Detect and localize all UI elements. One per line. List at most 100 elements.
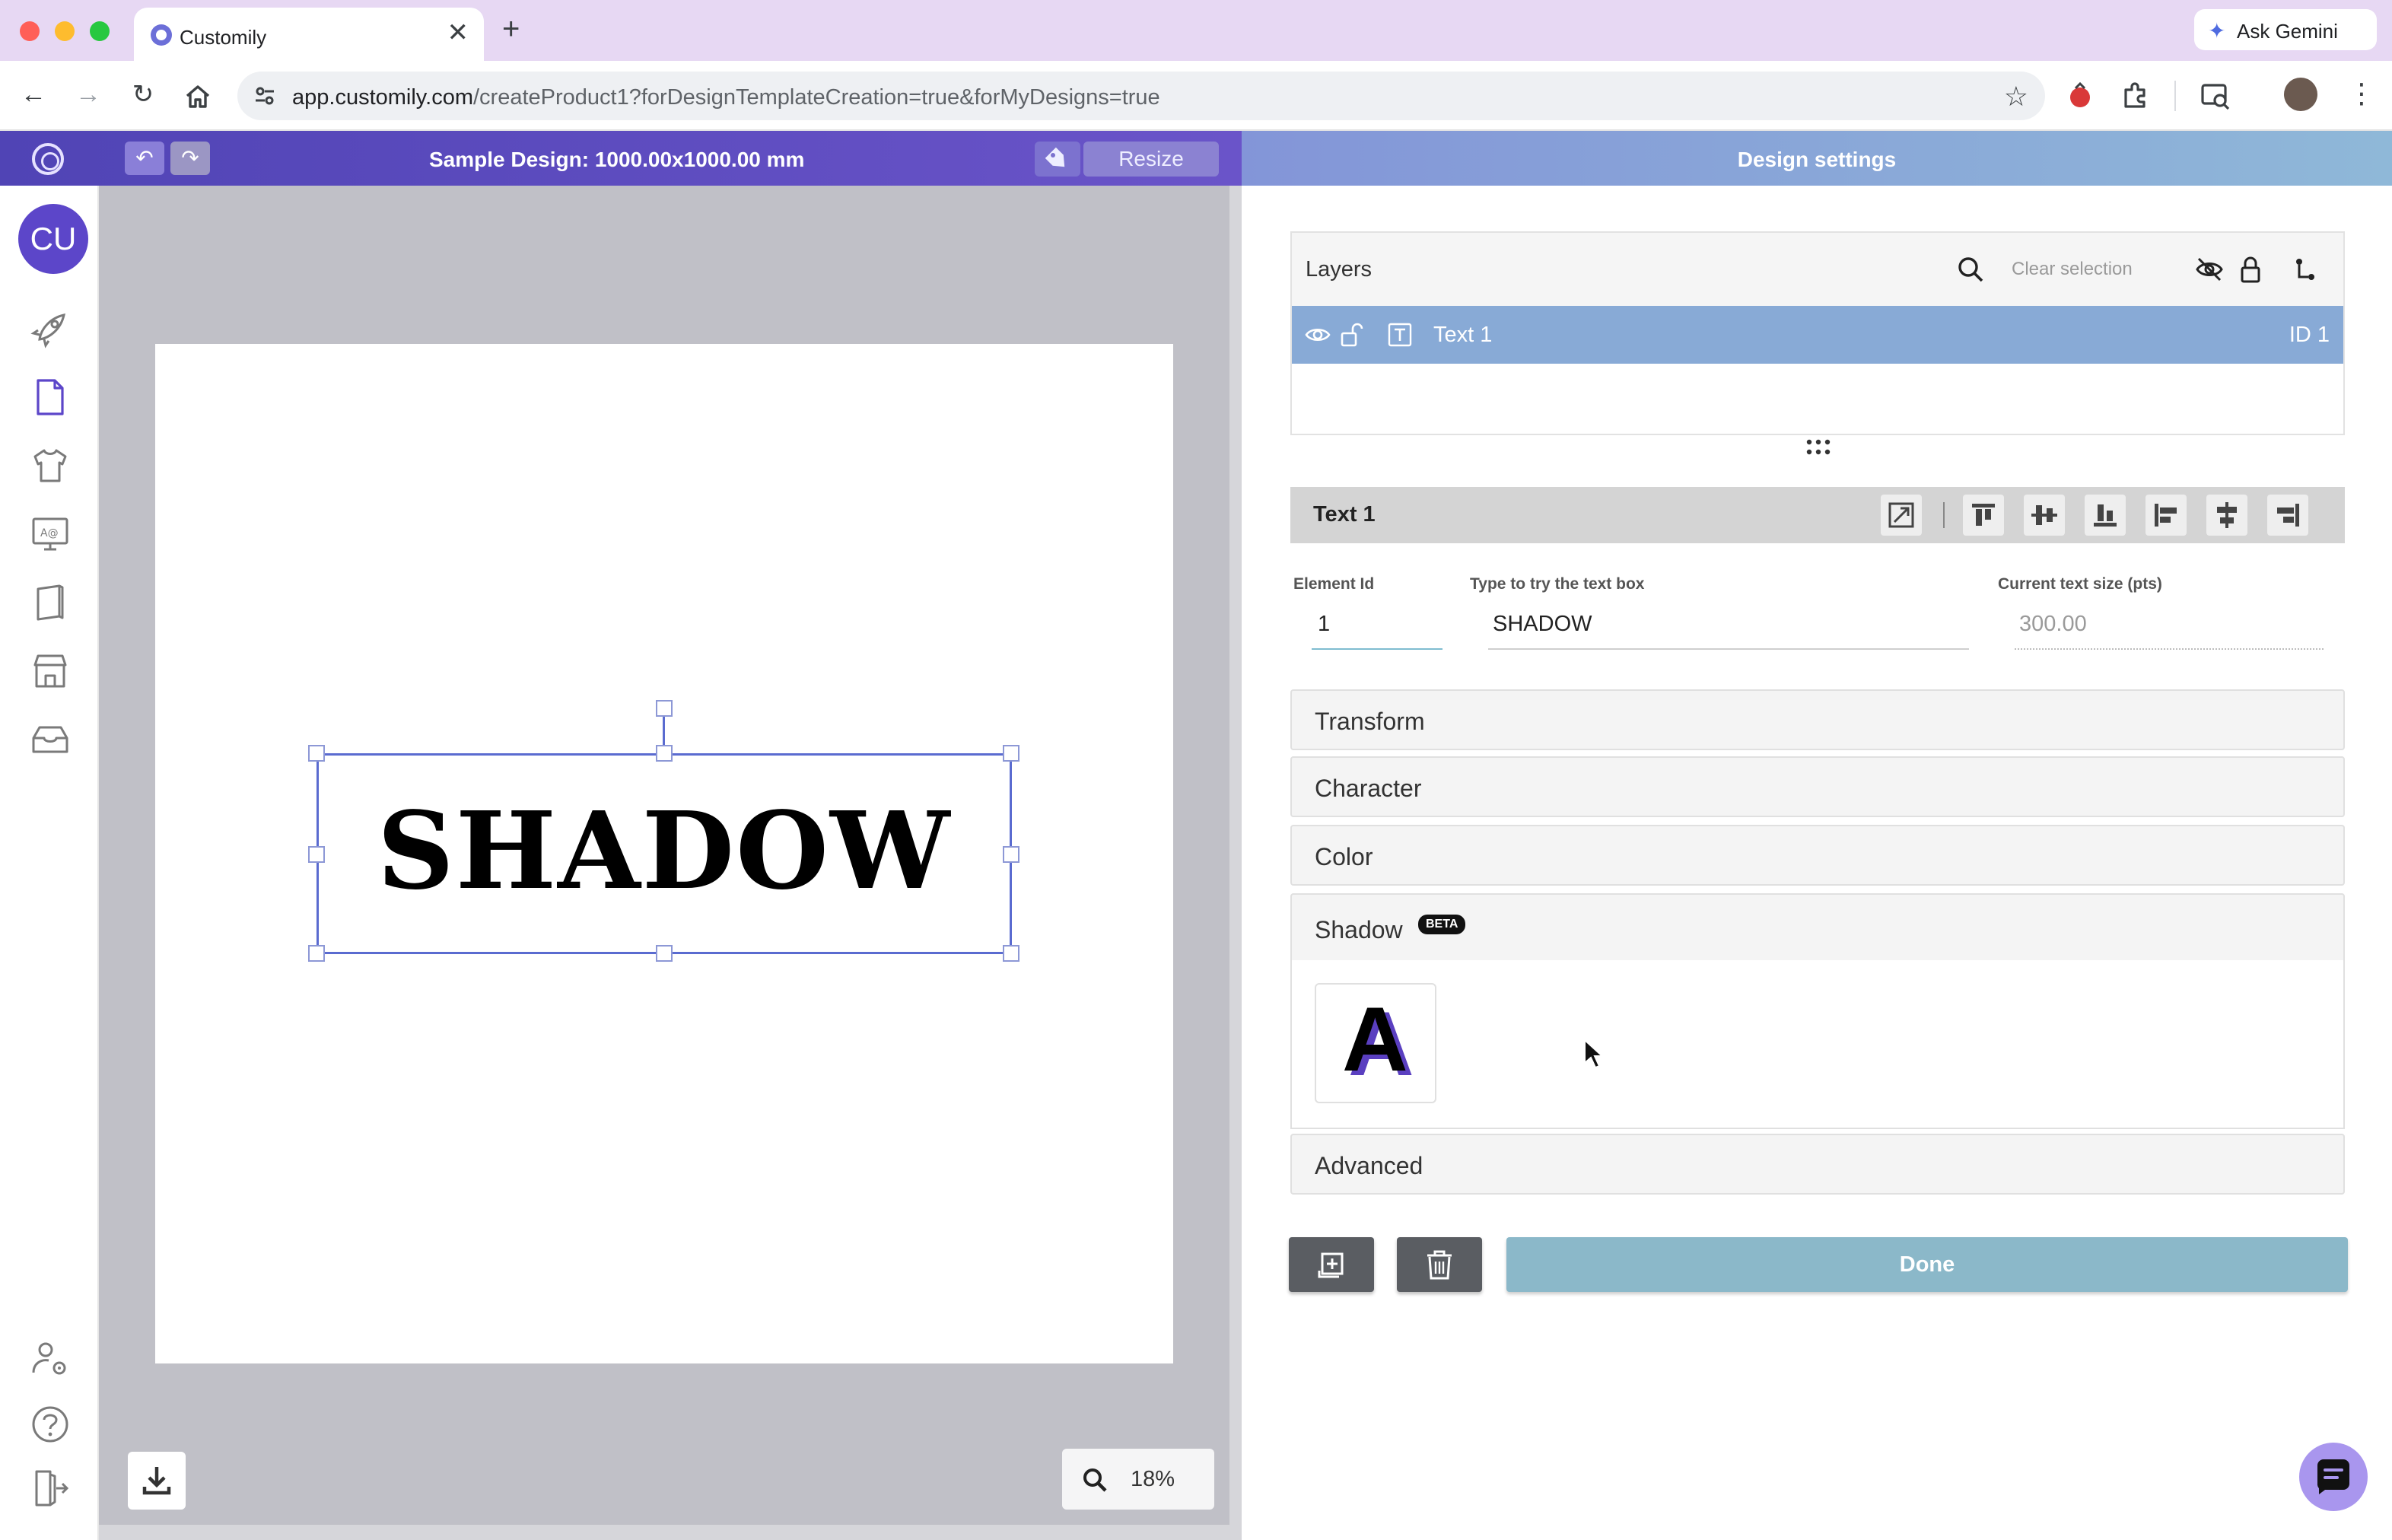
resize-handle-bottom-left[interactable]: [308, 945, 325, 962]
download-button[interactable]: [128, 1452, 186, 1510]
fit-to-canvas-button[interactable]: [1881, 495, 1922, 536]
left-sidebar: CU A@: [0, 186, 99, 1540]
clear-selection-button[interactable]: Clear selection: [2012, 259, 2133, 280]
document-icon[interactable]: [29, 376, 72, 418]
window-maximize-button[interactable]: [90, 21, 110, 41]
layer-id: ID 1: [2289, 323, 2330, 347]
beta-badge: BETA: [1418, 915, 1466, 934]
back-arrow-icon[interactable]: ←: [17, 79, 50, 110]
site-settings-icon[interactable]: [253, 84, 277, 108]
zoom-control[interactable]: 18%: [1062, 1449, 1214, 1510]
tab-close-icon[interactable]: ✕: [447, 20, 469, 46]
text-box-input[interactable]: SHADOW: [1493, 612, 1592, 637]
reload-icon[interactable]: ↻: [126, 79, 160, 110]
extensions-puzzle-icon[interactable]: [2120, 79, 2153, 113]
rocket-icon[interactable]: [29, 307, 72, 350]
rotation-handle[interactable]: [656, 700, 673, 717]
customily-logo-icon[interactable]: [32, 143, 64, 175]
character-accordion[interactable]: Character: [1290, 756, 2345, 817]
align-right-icon: [2277, 504, 2299, 527]
color-accordion[interactable]: Color: [1290, 825, 2345, 886]
resize-handle-top-left[interactable]: [308, 745, 325, 762]
logout-icon[interactable]: [29, 1467, 72, 1510]
duplicate-element-button[interactable]: [1289, 1237, 1374, 1292]
canvas-horizontal-scrollbar[interactable]: [99, 1525, 1229, 1540]
shadow-accordion[interactable]: Shadow BETA: [1290, 893, 2345, 962]
done-button[interactable]: Done: [1506, 1237, 2348, 1292]
svg-text:A@: A@: [40, 527, 59, 539]
forward-arrow-icon[interactable]: →: [72, 79, 105, 110]
shadow-preset-option[interactable]: A A: [1315, 983, 1436, 1103]
element-id-input[interactable]: 1: [1318, 612, 1330, 637]
trash-icon: [1427, 1250, 1452, 1280]
element-header: Text 1: [1290, 487, 2345, 543]
store-icon[interactable]: [29, 650, 72, 692]
customily-favicon-icon: [151, 24, 172, 46]
align-center-button[interactable]: [2206, 495, 2247, 536]
align-top-button[interactable]: [1963, 495, 2004, 536]
mouse-cursor-icon: [1584, 1038, 1605, 1069]
ask-gemini-label: Ask Gemini: [2237, 20, 2338, 43]
inbox-icon[interactable]: [29, 718, 72, 761]
shadow-panel-body: A A: [1290, 960, 2345, 1129]
chat-bubble-icon: [2317, 1459, 2349, 1494]
layer-tree-icon[interactable]: [2290, 254, 2320, 285]
resize-handle-left[interactable]: [308, 846, 325, 863]
shadow-label: Shadow: [1315, 916, 1403, 943]
ask-gemini-button[interactable]: ✦ Ask Gemini: [2194, 9, 2377, 50]
selected-text-element[interactable]: SHADOW: [316, 753, 1012, 954]
layer-visibility-eye-icon[interactable]: [1304, 321, 1331, 348]
lock-all-icon[interactable]: [2235, 254, 2266, 285]
resize-handle-bottom[interactable]: [656, 945, 673, 962]
new-tab-button[interactable]: +: [502, 14, 520, 44]
element-id-underline: [1312, 648, 1443, 650]
resize-handle-right[interactable]: [1003, 846, 1019, 863]
window-minimize-button[interactable]: [55, 21, 75, 41]
text-box-label: Type to try the text box: [1470, 575, 1645, 593]
layers-panel: Layers Clear selection Text 1 ID 1: [1290, 231, 2345, 435]
canvas-vertical-scrollbar[interactable]: [1229, 186, 1242, 1540]
redo-button[interactable]: ↷: [170, 142, 210, 175]
layer-unlock-icon[interactable]: [1338, 321, 1365, 348]
panel-resize-grip-icon[interactable]: [1803, 437, 1834, 458]
tab-search-icon[interactable]: [2199, 79, 2232, 113]
resize-handle-top-right[interactable]: [1003, 745, 1019, 762]
tag-button[interactable]: [1035, 142, 1080, 177]
browser-menu-icon[interactable]: ⋮: [2348, 78, 2375, 110]
align-bottom-button[interactable]: [2085, 495, 2126, 536]
home-icon[interactable]: [181, 84, 215, 110]
editor-header: ↶ ↷ Sample Design: 1000.00x1000.00 mm Re…: [0, 131, 1242, 186]
text-size-input: 300.00: [2019, 612, 2087, 636]
tag-icon: [1045, 147, 1065, 167]
resize-handle-bottom-right[interactable]: [1003, 945, 1019, 962]
resize-button[interactable]: Resize: [1083, 142, 1219, 177]
delete-element-button[interactable]: [1397, 1237, 1482, 1292]
address-bar[interactable]: app.customily.com/createProduct1?forDesi…: [237, 72, 2045, 120]
bookmark-star-icon[interactable]: ☆: [2004, 81, 2028, 113]
tshirt-icon[interactable]: [29, 444, 72, 487]
advanced-accordion[interactable]: Advanced: [1290, 1134, 2345, 1195]
advanced-label: Advanced: [1315, 1152, 1423, 1179]
align-middle-button[interactable]: [2024, 495, 2065, 536]
shadow-preset-glyph: A: [1342, 988, 1408, 1090]
align-left-button[interactable]: [2145, 495, 2187, 536]
user-avatar[interactable]: CU: [18, 204, 88, 274]
help-icon[interactable]: [29, 1403, 72, 1446]
extension-red-icon[interactable]: [2063, 79, 2097, 113]
transform-label: Transform: [1315, 708, 1425, 735]
undo-button[interactable]: ↶: [125, 142, 164, 175]
browser-tab-customily[interactable]: Customily ✕: [134, 8, 484, 61]
chat-support-button[interactable]: [2299, 1443, 2368, 1511]
profile-avatar[interactable]: [2284, 78, 2317, 111]
layer-row[interactable]: Text 1 ID 1: [1292, 306, 2343, 364]
monitor-icon[interactable]: A@: [29, 513, 72, 555]
canvas-text: SHADOW: [377, 789, 952, 914]
layers-search-icon[interactable]: [1955, 254, 1986, 285]
user-settings-icon[interactable]: [29, 1338, 72, 1380]
resize-handle-top[interactable]: [656, 745, 673, 762]
hide-all-eye-off-icon[interactable]: [2194, 254, 2225, 285]
book-icon[interactable]: [29, 581, 72, 624]
transform-accordion[interactable]: Transform: [1290, 689, 2345, 750]
align-right-button[interactable]: [2267, 495, 2308, 536]
window-close-button[interactable]: [20, 21, 40, 41]
